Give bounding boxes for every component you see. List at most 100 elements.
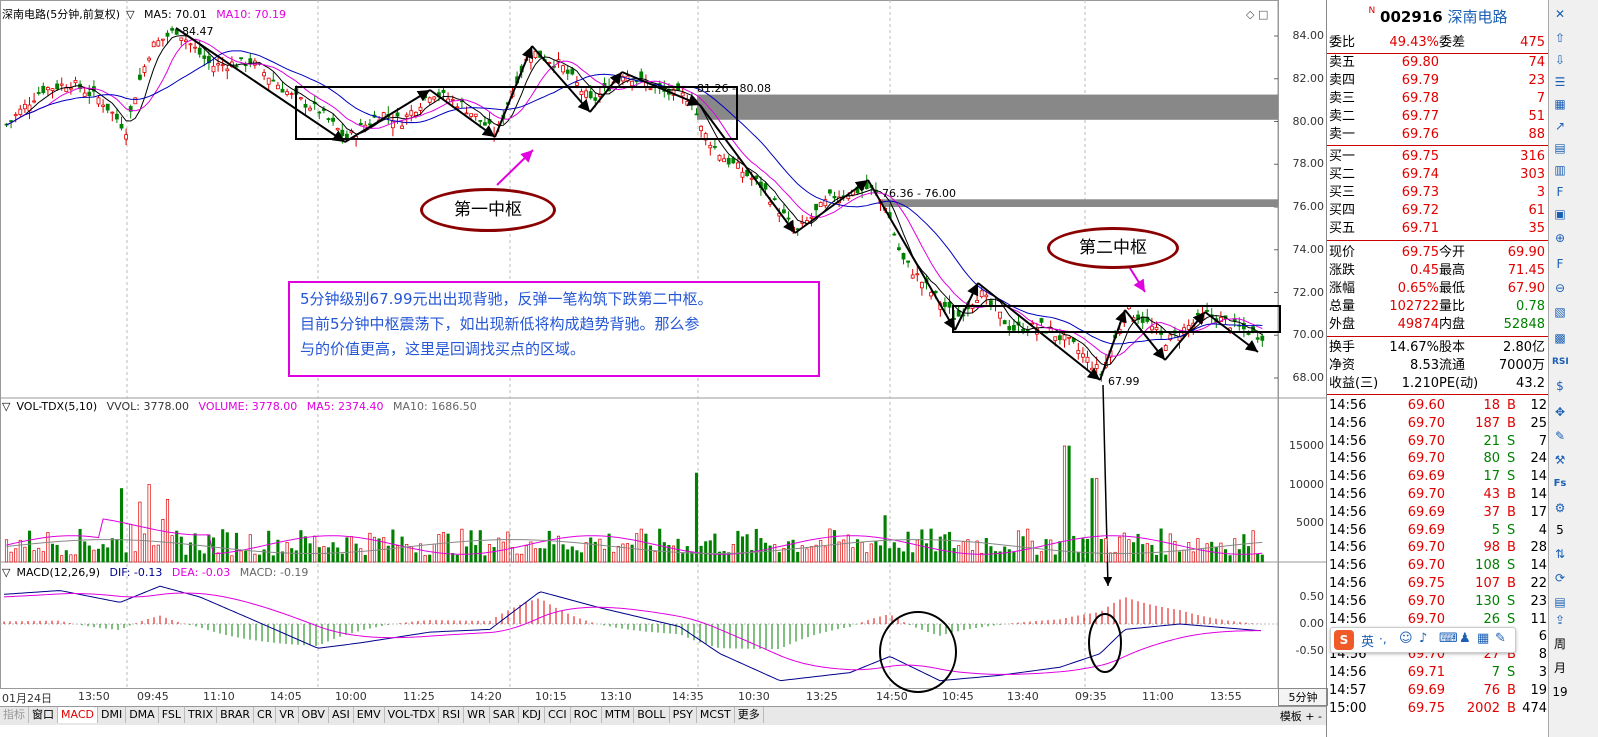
chart-area[interactable]: 深南电路(5分钟,前复权) ▽ MA5: 70.01 MA10: 70.19 ◇ … — [0, 0, 1328, 737]
day-19-button[interactable]: 19 — [1552, 684, 1568, 700]
candle — [1196, 312, 1200, 316]
volume-bar — [888, 548, 892, 563]
indicator-tab[interactable]: 指标 — [0, 707, 29, 723]
candle — [584, 90, 588, 98]
volume-bar — [1108, 552, 1113, 563]
volume-bar — [299, 530, 303, 563]
volume-bar — [506, 531, 510, 563]
indicator-tab[interactable]: CCI — [545, 707, 571, 723]
keyboard-icon[interactable]: ⌨ — [1439, 631, 1458, 646]
volume-bar — [685, 546, 689, 563]
restore-icon[interactable]: □ — [1258, 8, 1268, 21]
indicator-tab[interactable]: EMV — [354, 707, 385, 723]
indicator-tab[interactable]: MACD — [58, 707, 98, 723]
wrench-icon[interactable]: ✎ — [1495, 631, 1506, 646]
indicator-tab[interactable]: RSI — [439, 707, 465, 723]
volume-bar — [639, 528, 643, 563]
month-button[interactable]: 月 — [1552, 660, 1568, 676]
list-icon[interactable]: ☰ — [1552, 74, 1568, 90]
period-label[interactable]: 5分钟 — [1278, 688, 1328, 706]
cycle-icon[interactable]: ⟳ — [1552, 570, 1568, 586]
indicator-tab[interactable]: TRIX — [185, 707, 218, 723]
table-icon[interactable]: ▤ — [1552, 140, 1568, 156]
indicator-tab[interactable]: CR — [254, 707, 277, 723]
candle — [317, 111, 322, 114]
indicator-tab[interactable]: DMA — [126, 707, 159, 723]
indicator-tab[interactable]: SAR — [490, 707, 520, 723]
indicator-tab[interactable]: OBV — [299, 707, 329, 723]
candle — [409, 110, 414, 116]
arrow-down-icon[interactable]: ⇩ — [1552, 52, 1568, 68]
volume-bar — [92, 549, 96, 563]
f10-icon[interactable]: F — [1552, 256, 1568, 272]
ime-lang-toggle[interactable]: 英 — [1361, 631, 1374, 650]
punctuation-icon[interactable]: ·, — [1379, 632, 1387, 646]
vol-toggle-icon[interactable]: ▽ — [2, 400, 10, 413]
macd-toggle-icon[interactable]: ▽ — [2, 566, 10, 579]
ma-toggle-icon[interactable]: ▽ — [126, 8, 134, 21]
trend-icon[interactable]: ↗ — [1552, 118, 1568, 134]
rsi-button[interactable]: RSI — [1552, 354, 1569, 370]
indicator-tab[interactable]: BRAR — [217, 707, 255, 723]
indicator-tab[interactable]: PSY — [670, 707, 697, 723]
move-icon[interactable]: ✥ — [1552, 404, 1568, 420]
indicator-tab[interactable]: WR — [464, 707, 490, 723]
indicator-tab[interactable]: 更多 — [735, 707, 764, 723]
grid-icon[interactable]: ▦ — [1552, 96, 1568, 112]
tools-icon[interactable]: ⚒ — [1552, 452, 1568, 468]
candle — [1122, 319, 1127, 323]
indicator-tab[interactable]: 窗口 — [29, 707, 58, 723]
zoom-icon[interactable]: ⊕ — [1552, 230, 1568, 246]
indicator-tab[interactable]: MTM — [602, 707, 635, 723]
money-icon[interactable]: $ — [1552, 378, 1568, 394]
candle — [989, 300, 993, 306]
toolbox-icon[interactable]: ▦ — [1477, 631, 1489, 646]
finance-icon[interactable]: F — [1552, 184, 1568, 200]
volume-bar — [814, 544, 818, 563]
indicator-tab[interactable]: BOLL — [634, 707, 670, 723]
doc-icon[interactable]: ▣ — [1552, 206, 1568, 222]
skin-icon[interactable]: ♟ — [1459, 631, 1471, 646]
candle — [915, 273, 920, 276]
candle — [975, 299, 979, 303]
pen-icon[interactable]: ✎ — [1552, 428, 1568, 444]
candle — [910, 274, 915, 279]
chart-icon[interactable]: ▥ — [1552, 162, 1568, 178]
fs-button[interactable]: Fs — [1552, 476, 1568, 492]
emoji-icon[interactable]: ☺ — [1399, 631, 1413, 646]
candle — [1030, 322, 1035, 325]
candle — [220, 64, 225, 67]
minus-icon[interactable]: ⊖ — [1552, 280, 1568, 296]
indicator-tab[interactable]: VOL-TDX — [385, 707, 440, 723]
zoom-controls[interactable]: 模板 + - — [1280, 708, 1322, 724]
volume-bar — [221, 529, 225, 563]
sort-icon[interactable]: ⇅ — [1552, 546, 1568, 562]
microphone-icon[interactable]: ♪ — [1419, 631, 1427, 646]
ime-logo-icon[interactable]: S — [1334, 630, 1354, 650]
candle — [170, 28, 175, 31]
indicator-tab[interactable]: DMI — [98, 707, 127, 723]
indicator-tab[interactable]: ASI — [329, 707, 354, 723]
indicator-tab[interactable]: ROC — [571, 707, 602, 723]
chart-window-controls[interactable]: ◇ □ — [1246, 8, 1268, 21]
compare-icon[interactable]: ▧ — [1552, 304, 1568, 320]
diamond-icon[interactable]: ◇ — [1246, 8, 1254, 21]
period-5-button[interactable]: 5 — [1552, 522, 1568, 538]
candle — [266, 77, 271, 85]
volume-bar — [993, 551, 998, 563]
week-button[interactable]: 周 — [1552, 636, 1568, 652]
indicator-tab[interactable]: MCST — [697, 707, 735, 723]
volume-bar — [966, 539, 970, 563]
arrow-up-icon[interactable]: ⇧ — [1552, 30, 1568, 46]
settings-icon[interactable]: ⚙ — [1552, 500, 1568, 516]
export-icon[interactable]: ⇪ — [1552, 612, 1568, 628]
volume-bar — [267, 530, 271, 563]
tick-row: 14:56 69.71 7 S 3 — [1329, 665, 1547, 680]
close-icon[interactable]: ✕ — [1552, 6, 1568, 22]
ime-toolbar[interactable]: S 英 ·, ☺ ♪ ⌨ ♟ ▦ ✎ — [1330, 627, 1516, 653]
indicator-tab[interactable]: KDJ — [519, 707, 545, 723]
indicator-tab[interactable]: FSL — [159, 707, 185, 723]
layers-icon[interactable]: ▤ — [1552, 594, 1568, 610]
indicator-tab[interactable]: VR — [276, 707, 299, 723]
bars-icon[interactable]: ▩ — [1552, 330, 1568, 346]
